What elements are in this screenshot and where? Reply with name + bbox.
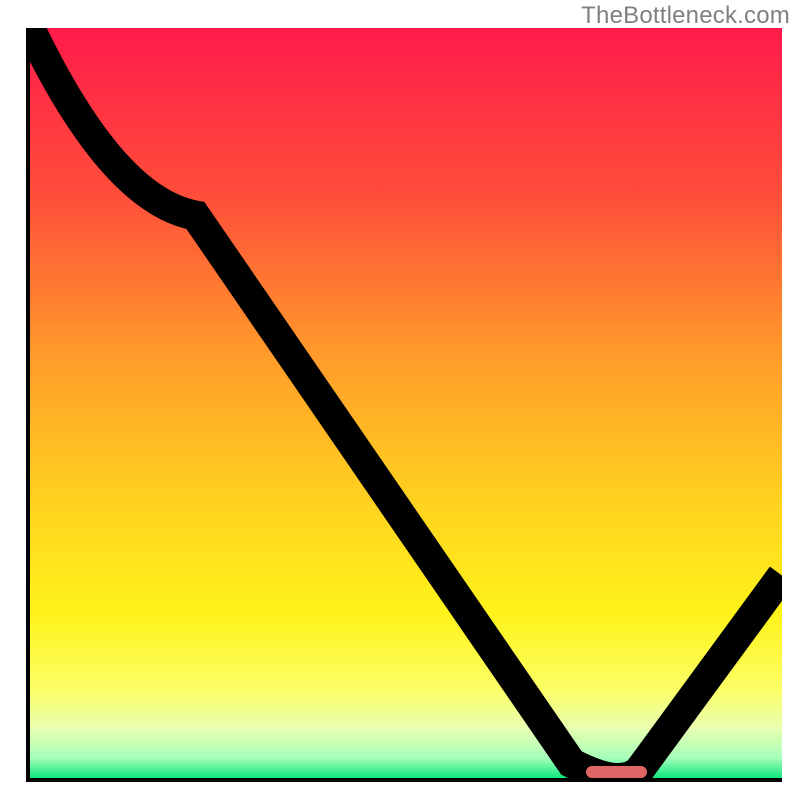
plot-area	[26, 28, 782, 782]
bottleneck-curve	[30, 28, 782, 778]
optimal-marker	[586, 766, 646, 778]
curve-layer	[30, 28, 782, 778]
chart-stage: TheBottleneck.com	[0, 0, 800, 800]
watermark-text: TheBottleneck.com	[581, 2, 790, 30]
